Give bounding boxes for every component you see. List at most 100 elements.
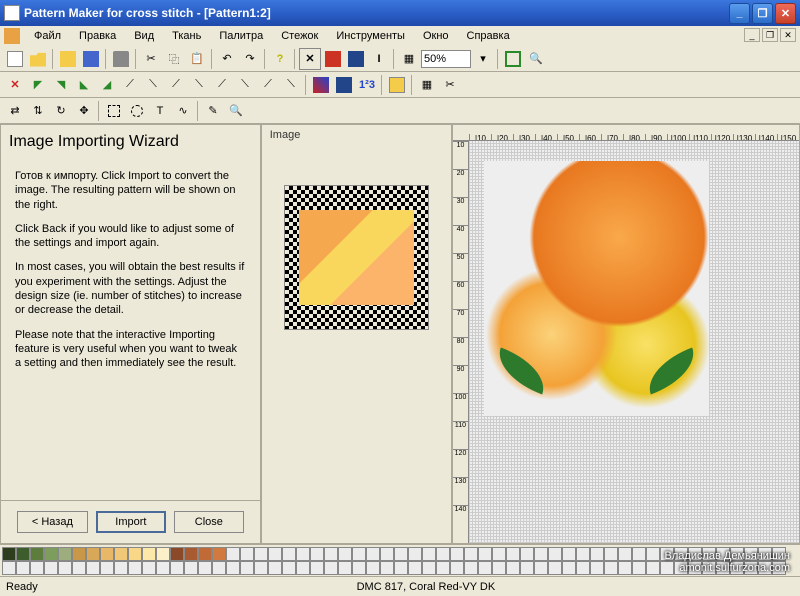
palette-color[interactable] <box>618 561 632 575</box>
stitch-tool-c[interactable]: ⟋ <box>165 74 187 96</box>
palette-color[interactable] <box>44 547 58 561</box>
palette-color[interactable] <box>436 547 450 561</box>
select-rect-button[interactable] <box>103 100 125 122</box>
palette-color[interactable] <box>268 561 282 575</box>
palette-color[interactable] <box>548 561 562 575</box>
palette-color[interactable] <box>2 561 16 575</box>
palette-color[interactable] <box>632 547 646 561</box>
palette-color[interactable] <box>296 561 310 575</box>
rotate-button[interactable]: ↻ <box>50 100 72 122</box>
move-tool[interactable]: ✥ <box>73 100 95 122</box>
magnify-button[interactable]: 🔍 <box>225 100 247 122</box>
quarter-stitch-2[interactable]: ◢ <box>96 74 118 96</box>
palette-color[interactable] <box>100 547 114 561</box>
pattern-canvas[interactable] <box>469 141 799 543</box>
quarter-stitch-1[interactable]: ◣ <box>73 74 95 96</box>
palette-color[interactable] <box>646 561 660 575</box>
palette-color[interactable] <box>646 547 660 561</box>
palette-color[interactable] <box>100 561 114 575</box>
number-tool[interactable]: 1²3 <box>356 74 378 96</box>
menu-help[interactable]: Справка <box>459 28 518 44</box>
palette-color[interactable] <box>590 547 604 561</box>
palette-color[interactable] <box>394 547 408 561</box>
print-button[interactable] <box>110 48 132 70</box>
palette-color[interactable] <box>198 547 212 561</box>
palette-color[interactable] <box>380 561 394 575</box>
palette-color[interactable] <box>170 547 184 561</box>
palette-color[interactable] <box>618 547 632 561</box>
palette-color[interactable] <box>366 547 380 561</box>
palette-color[interactable] <box>422 547 436 561</box>
palette-color[interactable] <box>576 547 590 561</box>
palette-color[interactable] <box>226 561 240 575</box>
palette-color[interactable] <box>226 547 240 561</box>
palette-color[interactable] <box>44 561 58 575</box>
palette-color[interactable] <box>324 561 338 575</box>
select-ellipse-button[interactable] <box>126 100 148 122</box>
import-button[interactable]: Import <box>96 511 166 533</box>
palette-color[interactable] <box>590 561 604 575</box>
palette-color[interactable] <box>184 561 198 575</box>
zoom-input[interactable] <box>421 50 471 68</box>
color-picker-2[interactable] <box>333 74 355 96</box>
palette-color[interactable] <box>380 547 394 561</box>
zoom-tool-button[interactable]: 🔍 <box>525 48 547 70</box>
palette-color[interactable] <box>72 547 86 561</box>
stitch-x-button[interactable]: ✕ <box>299 48 321 70</box>
palette-color[interactable] <box>492 561 506 575</box>
palette-color[interactable] <box>366 561 380 575</box>
palette-color[interactable] <box>240 561 254 575</box>
stitch-tool-g[interactable]: ⟋ <box>257 74 279 96</box>
palette-color[interactable] <box>604 547 618 561</box>
palette-color[interactable] <box>198 561 212 575</box>
zoom-dropdown[interactable]: ▾ <box>472 48 494 70</box>
palette-color[interactable] <box>2 547 16 561</box>
cut-stitch-button[interactable]: ✂ <box>439 74 461 96</box>
flip-h-button[interactable]: ⇄ <box>4 100 26 122</box>
menu-tools[interactable]: Инструменты <box>328 28 413 44</box>
stitch-tool-d[interactable]: ⟍ <box>188 74 210 96</box>
palette-color[interactable] <box>282 547 296 561</box>
palette-color[interactable] <box>422 561 436 575</box>
cut-button[interactable]: ✂ <box>140 48 162 70</box>
palette-color[interactable] <box>562 547 576 561</box>
palette-color[interactable] <box>156 547 170 561</box>
palette-color[interactable] <box>156 561 170 575</box>
new-button[interactable] <box>4 48 26 70</box>
stitch-tool-f[interactable]: ⟍ <box>234 74 256 96</box>
close-wizard-button[interactable]: Close <box>174 511 244 533</box>
palette-color[interactable] <box>338 547 352 561</box>
palette-color[interactable] <box>72 561 86 575</box>
mdi-minimize[interactable]: _ <box>744 28 760 42</box>
palette-color[interactable] <box>394 561 408 575</box>
palette-color[interactable] <box>268 547 282 561</box>
palette-color[interactable] <box>506 561 520 575</box>
menu-fabric[interactable]: Ткань <box>164 28 209 44</box>
full-stitch-button[interactable]: ✕ <box>4 74 26 96</box>
palette-color[interactable] <box>30 547 44 561</box>
palette-color[interactable] <box>142 561 156 575</box>
palette-color[interactable] <box>548 547 562 561</box>
copy-button[interactable]: ⿻ <box>163 48 185 70</box>
palette-color[interactable] <box>16 561 30 575</box>
palette-color[interactable] <box>450 547 464 561</box>
grid-display-button[interactable]: ▦ <box>416 74 438 96</box>
text-bold-button[interactable]: I <box>368 48 390 70</box>
help-button[interactable]: ? <box>269 48 291 70</box>
grid-button[interactable]: ▦ <box>398 48 420 70</box>
palette-color[interactable] <box>520 547 534 561</box>
palette-color[interactable] <box>352 547 366 561</box>
palette-color[interactable] <box>282 561 296 575</box>
half-stitch-1[interactable]: ◤ <box>27 74 49 96</box>
palette-color[interactable] <box>254 561 268 575</box>
close-button[interactable]: ✕ <box>775 3 796 24</box>
palette-color[interactable] <box>436 561 450 575</box>
palette-color[interactable] <box>478 561 492 575</box>
palette-color[interactable] <box>16 547 30 561</box>
palette-color[interactable] <box>86 547 100 561</box>
palette-color[interactable] <box>408 547 422 561</box>
back-button[interactable]: < Назад <box>17 511 88 533</box>
stitch-tool-e[interactable]: ⟋ <box>211 74 233 96</box>
stitch-tool-a[interactable]: ⟋ <box>119 74 141 96</box>
palette-color[interactable] <box>170 561 184 575</box>
